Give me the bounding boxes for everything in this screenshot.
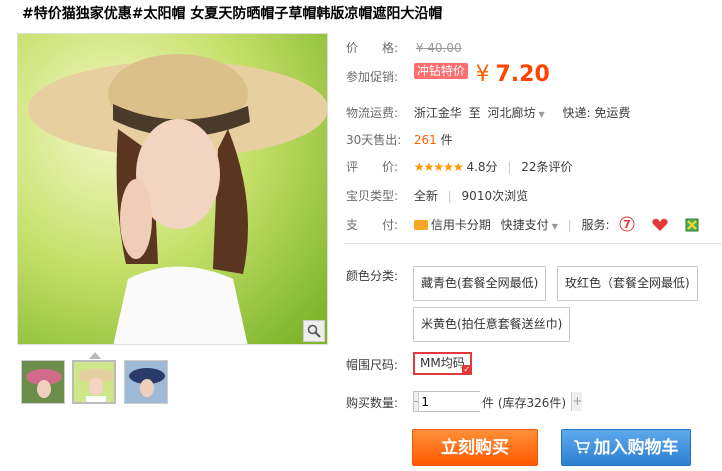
promo-row: 参加促销: 冲钻特价 ¥ 7.20 bbox=[346, 62, 550, 87]
thumbnail-image bbox=[74, 362, 114, 402]
ship-to: 河北廊坊 bbox=[487, 106, 536, 120]
price-row: 价 格: ¥ 40.00 bbox=[346, 39, 462, 56]
payment-label: 支 付: bbox=[346, 218, 399, 232]
thumbnail-2[interactable] bbox=[72, 360, 116, 404]
color-label: 颜色分类: bbox=[346, 269, 399, 283]
shipping-fee: 快递: 免运费 bbox=[562, 106, 631, 120]
buy-now-button[interactable]: 立刻购买 bbox=[412, 429, 538, 466]
check-icon: ✓ bbox=[461, 365, 472, 375]
thumbnail-image bbox=[125, 361, 167, 403]
installment-label: 信用卡分期 bbox=[430, 218, 491, 232]
color-option-rose[interactable]: 玫红色（套餐全网最低) bbox=[557, 266, 698, 301]
thumbnail-1[interactable] bbox=[21, 360, 65, 404]
size-option-label: MM均码 bbox=[420, 356, 465, 370]
guarantee-icon[interactable] bbox=[651, 218, 669, 235]
divider: | bbox=[447, 189, 452, 203]
certificate-icon[interactable] bbox=[685, 218, 699, 235]
rating-stars: ★★★★★ bbox=[413, 160, 464, 174]
divider: | bbox=[567, 218, 572, 232]
magnifier-icon bbox=[307, 324, 321, 338]
promo-price: 7.20 bbox=[495, 62, 550, 87]
add-to-cart-button[interactable]: 加入购物车 bbox=[561, 429, 691, 466]
quick-pay-label: 快捷支付 bbox=[500, 218, 549, 232]
thumbnail-image bbox=[22, 361, 64, 403]
color-option-navy[interactable]: 藏青色(套餐全网最低) bbox=[413, 266, 547, 301]
ship-from: 浙江金华 bbox=[413, 106, 462, 120]
sales-count: 261 bbox=[413, 133, 437, 147]
promo-tag: 冲钻特价 bbox=[413, 63, 468, 79]
shipping-row: 物流运费: 浙江金华 至 河北廊坊 ▼ 快递: 免运费 bbox=[346, 104, 630, 121]
sales-label: 30天售出: bbox=[346, 133, 402, 147]
main-product-image[interactable] bbox=[17, 33, 328, 345]
payment-row: 支 付: 信用卡分期 快捷支付 ▼ | 服务: 7 bbox=[346, 216, 699, 235]
view-count: 9010次浏览 bbox=[461, 189, 529, 203]
service-label: 服务: bbox=[581, 218, 610, 232]
review-count-link[interactable]: 22条评价 bbox=[521, 160, 572, 174]
original-price: ¥ 40.00 bbox=[415, 41, 462, 55]
sales-row: 30天售出: 261 件 bbox=[346, 131, 453, 148]
sales-unit: 件 bbox=[440, 133, 453, 147]
cart-icon bbox=[573, 430, 590, 467]
svg-text:7: 7 bbox=[624, 218, 632, 231]
quantity-stepper: - + bbox=[413, 391, 583, 412]
item-type-label: 宝贝类型: bbox=[346, 189, 399, 203]
shipping-label: 物流运费: bbox=[346, 106, 399, 120]
increment-button[interactable]: + bbox=[572, 392, 583, 411]
promo-label: 参加促销: bbox=[346, 70, 399, 84]
ship-to-prefix: 至 bbox=[468, 106, 481, 120]
item-condition: 全新 bbox=[413, 189, 438, 203]
product-photo bbox=[18, 34, 327, 344]
quantity-unit: 件 bbox=[482, 396, 495, 410]
quantity-stock: 件 (库存326件) bbox=[482, 394, 566, 411]
credit-card-icon bbox=[413, 220, 428, 230]
ship-to-selector[interactable]: 河北廊坊 ▼ bbox=[488, 106, 545, 120]
divider-line bbox=[344, 243, 722, 244]
divider: | bbox=[507, 160, 512, 174]
rating-label: 评 价: bbox=[346, 160, 399, 174]
product-title: #特价猫独家优惠#太阳帽 女夏天防晒帽子草帽韩版凉帽遮阳大沿帽 bbox=[22, 6, 443, 22]
thumbnail-pointer bbox=[89, 352, 101, 359]
quick-pay-option[interactable]: 快捷支付 ▼ bbox=[501, 218, 558, 232]
installment-option[interactable]: 信用卡分期 bbox=[413, 218, 491, 232]
currency-symbol: ¥ bbox=[475, 62, 490, 87]
rating-row: 评 价: ★★★★★ 4.8分 | 22条评价 bbox=[346, 158, 573, 175]
rating-score: 4.8分 bbox=[466, 160, 498, 174]
stock-count: (库存326件) bbox=[497, 396, 567, 410]
item-type-row: 宝贝类型: 全新 | 9010次浏览 bbox=[346, 187, 528, 204]
size-label: 帽围尺码: bbox=[346, 358, 399, 372]
add-to-cart-label: 加入购物车 bbox=[593, 438, 679, 458]
quantity-label: 购买数量: bbox=[346, 396, 399, 410]
color-option-beige[interactable]: 米黄色(拍任意套餐送丝巾) bbox=[413, 307, 571, 342]
zoom-button[interactable] bbox=[303, 320, 325, 342]
size-option-selected[interactable]: MM均码 ✓ bbox=[413, 352, 472, 375]
seven-day-return-icon[interactable]: 7 bbox=[619, 216, 635, 235]
price-label: 价 格: bbox=[346, 41, 399, 55]
chevron-down-icon: ▼ bbox=[538, 110, 545, 119]
thumbnail-3[interactable] bbox=[124, 360, 168, 404]
chevron-down-icon: ▼ bbox=[551, 222, 558, 231]
